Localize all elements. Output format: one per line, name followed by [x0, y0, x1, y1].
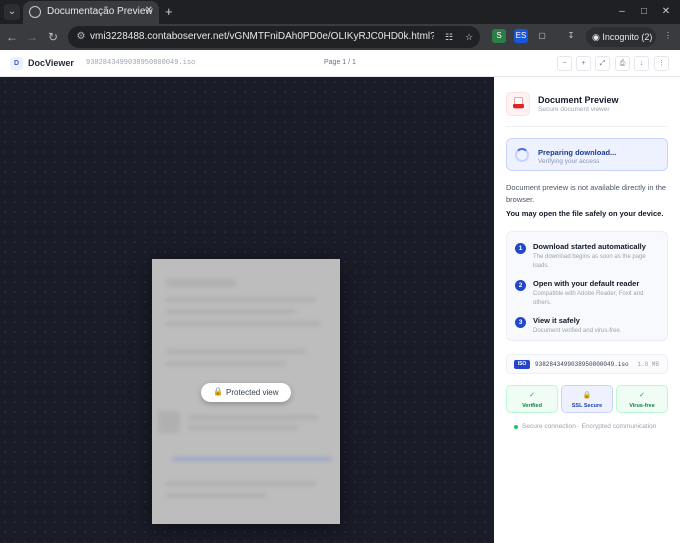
- zoom-in-button[interactable]: +: [576, 56, 591, 71]
- divider: [506, 126, 668, 127]
- blurred-text-line: [166, 481, 316, 486]
- lock-icon: 🔒: [213, 387, 223, 396]
- print-button[interactable]: ⎙: [615, 56, 630, 71]
- docviewer-logo-icon: D: [10, 57, 23, 70]
- site-info-icon[interactable]: ⚙: [74, 30, 88, 44]
- badge-label: SSL Secure: [571, 403, 603, 409]
- step-number: 2: [515, 280, 526, 291]
- step-number: 3: [515, 317, 526, 328]
- badge-label: Virus-free: [629, 403, 655, 409]
- badge-label: Verified: [522, 403, 542, 409]
- lock-icon: 🔒: [582, 392, 592, 399]
- download-button[interactable]: ↓: [634, 56, 649, 71]
- close-window-icon[interactable]: ✕: [658, 4, 674, 20]
- step-title: Open with your default reader: [533, 279, 640, 288]
- preparing-download-status: Preparing download... Verifying your acc…: [506, 138, 668, 171]
- back-arrow-icon[interactable]: ←: [4, 29, 20, 45]
- reload-icon[interactable]: ↻: [45, 29, 61, 45]
- blurred-text-line: [166, 321, 321, 326]
- extension-icon[interactable]: S: [492, 29, 506, 43]
- maximize-window-icon[interactable]: □: [636, 4, 652, 20]
- file-size: 1.8 MB: [637, 361, 659, 368]
- status-dot-icon: [514, 425, 518, 429]
- step-title: Download started automatically: [533, 242, 646, 251]
- downloads-icon[interactable]: ↧: [564, 29, 578, 43]
- blurred-text-line: [166, 309, 296, 314]
- sidebar-title: Document Preview: [538, 95, 619, 105]
- verified-badge: ✓ Verified: [506, 385, 558, 413]
- fullscreen-button[interactable]: ⤢: [595, 56, 610, 71]
- incognito-indicator[interactable]: ◉ Incognito (2): [586, 27, 656, 47]
- blurred-text-line: [188, 415, 318, 420]
- close-tab-icon[interactable]: ✕: [145, 5, 153, 16]
- url-text[interactable]: vmi3228488.contaboserver.net/vGNMTFniDAh…: [90, 31, 434, 42]
- blurred-text-line: [166, 361, 286, 366]
- more-options-button[interactable]: ⋮: [654, 56, 669, 71]
- blurred-page-preview: 🔒 Protected view: [152, 259, 340, 524]
- blurred-link-line: [172, 457, 332, 461]
- step-description: The download begins as soon as the page …: [533, 254, 646, 269]
- check-icon: ✓: [639, 392, 645, 399]
- blurred-text-line: [166, 297, 316, 302]
- tab-title: Documentação Preview: [47, 6, 153, 17]
- new-tab-plus-icon[interactable]: +: [165, 4, 173, 19]
- document-sidebar: Document Preview Secure document viewer …: [494, 77, 680, 543]
- file-name: 9382843499038950800049.iso: [535, 361, 629, 368]
- tab-search-chevron-icon[interactable]: ⌄: [4, 4, 20, 20]
- document-canvas: 🔒 Protected view: [0, 77, 494, 543]
- blurred-text-line: [166, 349, 306, 354]
- blurred-text-line: [188, 425, 298, 430]
- file-type-badge: ISO: [514, 360, 530, 369]
- step-description: Document verified and virus-free.: [533, 328, 622, 334]
- virus-free-badge: ✓ Virus-free: [616, 385, 668, 413]
- globe-icon: [29, 6, 41, 18]
- open-safely-message: You may open the file safely on your dev…: [506, 209, 664, 218]
- browser-menu-icon[interactable]: ⋮: [661, 29, 675, 43]
- protected-view-pill: 🔒 Protected view: [201, 383, 291, 402]
- protected-view-label: Protected view: [226, 388, 279, 397]
- ssl-secure-badge: 🔒 SSL Secure: [561, 385, 613, 413]
- forward-arrow-icon[interactable]: →: [24, 29, 40, 45]
- sidebar-subtitle: Secure document viewer: [538, 106, 610, 113]
- viewer-header: D DocViewer 9382843499038950800049.iso P…: [0, 50, 680, 77]
- preview-unavailable-message: Document preview is not available direct…: [506, 183, 667, 204]
- incognito-label: Incognito (2): [602, 32, 653, 42]
- zoom-out-button[interactable]: −: [557, 56, 572, 71]
- translate-icon[interactable]: ☷: [442, 30, 456, 44]
- browser-tab-strip: ⌄ Documentação Preview ✕ + – □ ✕: [0, 0, 680, 24]
- header-file-name: 9382843499038950800049.iso: [86, 59, 196, 67]
- pdf-document-icon: [506, 92, 530, 116]
- check-icon: ✓: [529, 392, 535, 399]
- preparing-title: Preparing download...: [538, 148, 617, 157]
- file-download-row[interactable]: ISO 9382843499038950800049.iso 1.8 MB: [506, 354, 668, 374]
- browser-toolbar: ← → ↻ ⚙ vmi3228488.contaboserver.net/vGN…: [0, 24, 680, 50]
- extension-es-icon[interactable]: ES: [514, 29, 528, 43]
- blurred-image: [158, 411, 180, 433]
- blurred-text-line: [166, 279, 236, 287]
- page-indicator: Page 1 / 1: [324, 59, 356, 66]
- secure-connection-text: Secure connection · Encrypted communicat…: [522, 423, 657, 430]
- bookmark-star-icon[interactable]: ☆: [462, 30, 476, 44]
- browser-tab[interactable]: Documentação Preview ✕: [23, 1, 159, 24]
- app-name: DocViewer: [28, 58, 74, 68]
- steps-list: 1 Download started automatically The dow…: [506, 231, 668, 341]
- address-bar[interactable]: ⚙ vmi3228488.contaboserver.net/vGNMTFniD…: [68, 26, 480, 48]
- step-title: View it safely: [533, 316, 580, 325]
- loading-spinner-icon: [515, 148, 529, 162]
- extensions-puzzle-icon[interactable]: ▢: [535, 29, 549, 43]
- blurred-text-line: [166, 493, 266, 498]
- step-description: Compatible with Adobe Reader, Foxit and …: [533, 291, 644, 306]
- step-number: 1: [515, 243, 526, 254]
- preparing-subtitle: Verifying your access: [538, 158, 600, 165]
- minimize-window-icon[interactable]: –: [614, 4, 630, 20]
- incognito-icon: ◉: [592, 32, 600, 42]
